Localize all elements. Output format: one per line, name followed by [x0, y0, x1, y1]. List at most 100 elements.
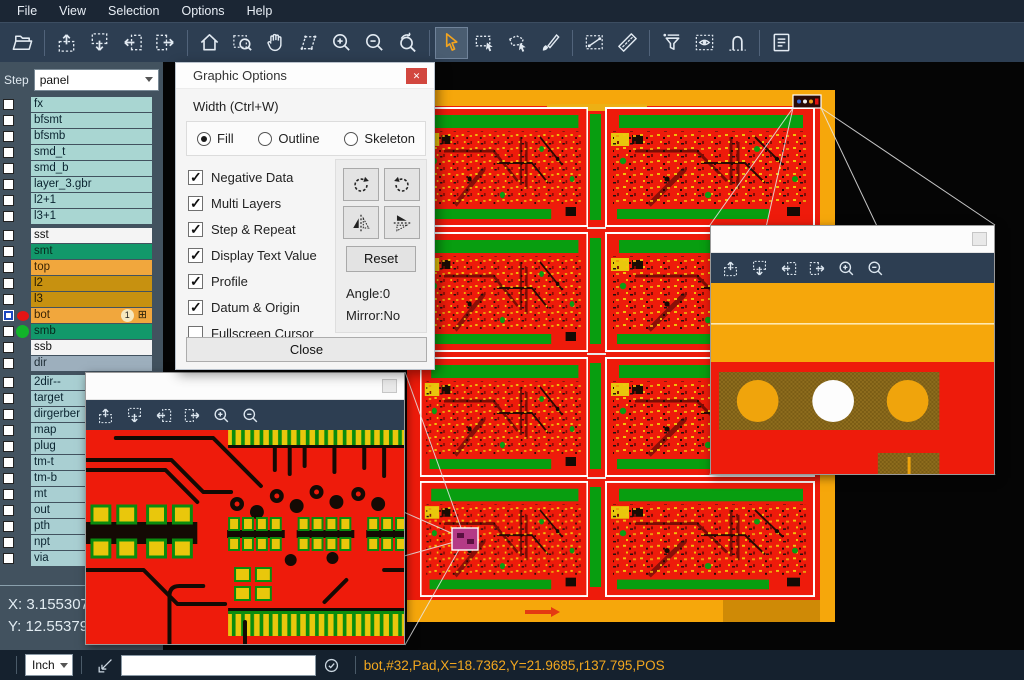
layer-label[interactable]: layer_3.gbr — [31, 177, 152, 192]
pan-hand-icon[interactable] — [259, 27, 292, 59]
layer-visibility-checkbox[interactable] — [3, 211, 14, 222]
layer-label[interactable]: bot 1 ⊞ — [31, 308, 152, 323]
layer-visibility-checkbox[interactable] — [3, 131, 14, 142]
layer-visibility-checkbox[interactable] — [3, 473, 14, 484]
measure-ruler-icon[interactable] — [611, 27, 644, 59]
checkbox-negative-data[interactable]: Negative Data — [188, 170, 340, 185]
preview-title-bar[interactable] — [711, 226, 994, 253]
layer-visibility-checkbox[interactable] — [3, 246, 14, 257]
mirror-vertical-button[interactable] — [384, 206, 420, 239]
layer-label[interactable]: top — [31, 260, 152, 275]
layer-label[interactable]: smd_t — [31, 145, 152, 160]
radio-button[interactable] — [197, 132, 211, 146]
report-list-icon[interactable] — [765, 27, 798, 59]
confirm-icon[interactable] — [322, 656, 341, 675]
layer-visibility-checkbox[interactable] — [3, 179, 14, 190]
layer-visibility-checkbox[interactable] — [3, 537, 14, 548]
layer-visibility-checkbox[interactable] — [3, 326, 14, 337]
checkbox-multi-layers[interactable]: Multi Layers — [188, 196, 340, 211]
layer-visibility-checkbox[interactable] — [3, 425, 14, 436]
layer-row[interactable]: l3+1 — [0, 209, 163, 224]
layer-visibility-checkbox[interactable] — [3, 99, 14, 110]
pan-left-icon[interactable] — [116, 27, 149, 59]
layer-label[interactable]: sst — [31, 228, 152, 243]
radio-outline[interactable]: Outline — [258, 131, 319, 146]
close-icon[interactable] — [406, 68, 427, 84]
checkbox[interactable] — [188, 196, 203, 211]
zoom-out-icon[interactable] — [866, 259, 885, 278]
layer-visibility-checkbox[interactable] — [3, 147, 14, 158]
radio-fill[interactable]: Fill — [197, 131, 234, 146]
select-pointer-icon[interactable] — [435, 27, 468, 59]
layer-row-bot-active[interactable]: bot 1 ⊞ — [0, 308, 163, 323]
zoom-window-icon[interactable] — [226, 27, 259, 59]
pan-up-icon[interactable] — [96, 406, 115, 425]
layer-visibility-checkbox[interactable] — [3, 294, 14, 305]
preview-close-button[interactable] — [382, 379, 397, 393]
close-button[interactable]: Close — [186, 337, 427, 362]
layer-visibility-checkbox[interactable] — [3, 115, 14, 126]
layer-visibility-checkbox[interactable] — [3, 393, 14, 404]
layer-label[interactable]: ssb — [31, 340, 152, 355]
layer-row[interactable]: bfsmt — [0, 113, 163, 128]
pan-down-icon[interactable] — [83, 27, 116, 59]
layer-visibility-checkbox[interactable] — [3, 195, 14, 206]
pan-up-icon[interactable] — [721, 259, 740, 278]
radio-skeleton[interactable]: Skeleton — [344, 131, 415, 146]
layer-label[interactable]: l2+1 — [31, 193, 152, 208]
zoom-in-icon[interactable] — [837, 259, 856, 278]
zoom-dynamic-icon[interactable] — [292, 27, 325, 59]
clear-brush-icon[interactable] — [534, 27, 567, 59]
open-folder-icon[interactable] — [6, 27, 39, 59]
layer-visibility-checkbox[interactable] — [3, 489, 14, 500]
pan-right-icon[interactable] — [808, 259, 827, 278]
layer-visibility-checkbox[interactable] — [3, 310, 14, 321]
layer-visibility-checkbox[interactable] — [3, 342, 14, 353]
checkbox[interactable] — [188, 300, 203, 315]
checkbox-profile[interactable]: Profile — [188, 274, 340, 289]
ortho-corner-icon[interactable] — [96, 656, 115, 675]
select-rectangle-icon[interactable] — [468, 27, 501, 59]
layer-row[interactable]: fx — [0, 97, 163, 112]
zoom-in-icon[interactable] — [325, 27, 358, 59]
layer-row[interactable]: smb — [0, 324, 163, 339]
pan-left-icon[interactable] — [154, 406, 173, 425]
menu-options[interactable]: Options — [170, 4, 235, 18]
checkbox-display-text-value[interactable]: Display Text Value — [188, 248, 340, 263]
layer-label[interactable]: dir — [31, 356, 152, 371]
layer-row[interactable]: ssb — [0, 340, 163, 355]
layer-label[interactable]: l3+1 — [31, 209, 152, 224]
step-select[interactable]: panel — [34, 69, 159, 91]
zoom-in-icon[interactable] — [212, 406, 231, 425]
pan-right-icon[interactable] — [183, 406, 202, 425]
layer-label[interactable]: smd_b — [31, 161, 152, 176]
layer-visibility-checkbox[interactable] — [3, 230, 14, 241]
radio-button[interactable] — [258, 132, 272, 146]
layer-visibility-checkbox[interactable] — [3, 457, 14, 468]
layer-label[interactable]: smb — [31, 324, 152, 339]
layer-visibility-checkbox[interactable] — [3, 521, 14, 532]
checkbox-datum-origin[interactable]: Datum & Origin — [188, 300, 340, 315]
layer-row[interactable]: smd_t — [0, 145, 163, 160]
preview-title-bar[interactable] — [86, 373, 404, 400]
rotate-cw-button[interactable] — [343, 168, 379, 201]
select-polygon-icon[interactable] — [501, 27, 534, 59]
pan-up-icon[interactable] — [50, 27, 83, 59]
layer-label[interactable]: fx — [31, 97, 152, 112]
layer-row[interactable]: smt — [0, 244, 163, 259]
layer-row[interactable]: l2+1 — [0, 193, 163, 208]
layer-row[interactable]: l3 — [0, 292, 163, 307]
layer-visibility-checkbox[interactable] — [3, 163, 14, 174]
layer-row[interactable]: bfsmb — [0, 129, 163, 144]
preview-content[interactable] — [86, 430, 404, 644]
view-region-icon[interactable] — [688, 27, 721, 59]
radio-button[interactable] — [344, 132, 358, 146]
pan-down-icon[interactable] — [125, 406, 144, 425]
reset-button[interactable]: Reset — [346, 246, 416, 272]
menu-view[interactable]: View — [48, 4, 97, 18]
layer-label[interactable]: l3 — [31, 292, 152, 307]
layer-visibility-checkbox[interactable] — [3, 262, 14, 273]
home-view-icon[interactable] — [193, 27, 226, 59]
preview-content[interactable] — [711, 283, 994, 474]
checkbox-step-repeat[interactable]: Step & Repeat — [188, 222, 340, 237]
